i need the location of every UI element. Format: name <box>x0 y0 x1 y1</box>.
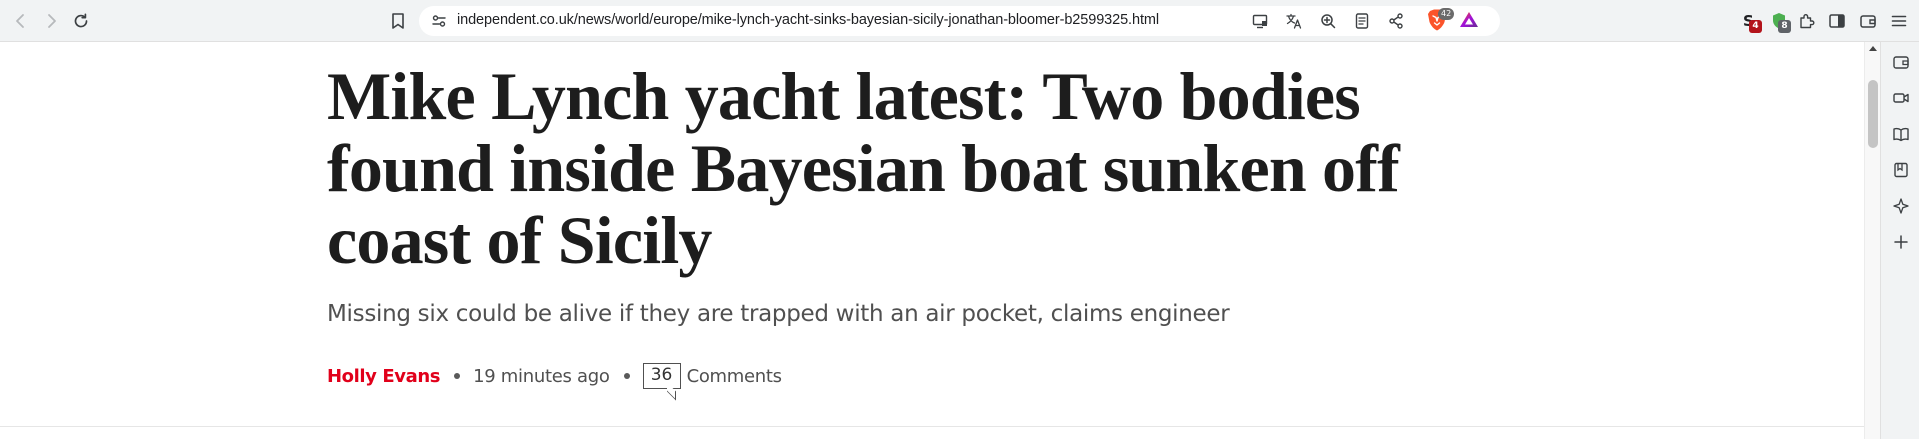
video-call-icon[interactable] <box>1890 87 1912 109</box>
bookmark-icon[interactable] <box>386 9 410 33</box>
scroll-up-arrow-icon[interactable] <box>1869 46 1877 51</box>
comment-count-icon[interactable]: 36 <box>642 363 681 389</box>
comments-link[interactable]: Comments <box>687 366 782 387</box>
forward-icon[interactable] <box>39 9 63 33</box>
reading-list-icon[interactable] <box>1890 123 1912 145</box>
page-scrollbar[interactable] <box>1864 42 1880 439</box>
separator-dot <box>454 373 461 379</box>
share-icon[interactable] <box>1385 11 1407 31</box>
browser-toolbar: independent.co.uk/news/world/europe/mike… <box>0 0 1919 42</box>
url-text[interactable]: independent.co.uk/news/world/europe/mike… <box>457 12 1159 28</box>
publish-time: 19 minutes ago <box>473 365 610 387</box>
zoom-icon[interactable] <box>1317 11 1339 31</box>
article-standfirst: Missing six could be alive if they are t… <box>327 301 1230 327</box>
address-bar[interactable]: independent.co.uk/news/world/europe/mike… <box>419 6 1500 36</box>
reader-mode-icon[interactable] <box>1351 11 1373 31</box>
wallet-icon[interactable] <box>1890 51 1912 73</box>
sidebar-toggle-icon[interactable] <box>1824 8 1850 34</box>
article-page: Mike Lynch yacht latest: Two bodies foun… <box>0 42 1864 439</box>
add-icon[interactable] <box>1890 231 1912 253</box>
menu-icon[interactable] <box>1886 8 1912 34</box>
cast-icon[interactable] <box>1249 11 1271 31</box>
back-icon[interactable] <box>9 9 33 33</box>
extensions-puzzle-icon[interactable] <box>1794 8 1820 34</box>
leo-ai-icon[interactable] <box>1890 195 1912 217</box>
translate-icon[interactable] <box>1283 11 1305 31</box>
wallet-toolbar-icon[interactable] <box>1855 8 1881 34</box>
shields-count-badge: 42 <box>1438 8 1455 20</box>
bookmarks-icon[interactable] <box>1890 159 1912 181</box>
extension-shield-badge: 8 <box>1778 20 1791 33</box>
separator-dot <box>623 373 630 379</box>
section-divider <box>0 426 1864 427</box>
author-link[interactable]: Holly Evans <box>327 366 440 387</box>
scroll-thumb[interactable] <box>1868 80 1878 148</box>
article-headline: Mike Lynch yacht latest: Two bodies foun… <box>327 58 1400 278</box>
reload-icon[interactable] <box>69 9 93 33</box>
brave-rewards-icon[interactable] <box>1458 10 1480 30</box>
article-byline: Holly Evans 19 minutes ago 36 Comments <box>327 358 782 394</box>
site-info-icon[interactable] <box>429 12 449 30</box>
browser-sidebar <box>1880 42 1919 439</box>
extension-s-badge: 4 <box>1749 20 1762 33</box>
